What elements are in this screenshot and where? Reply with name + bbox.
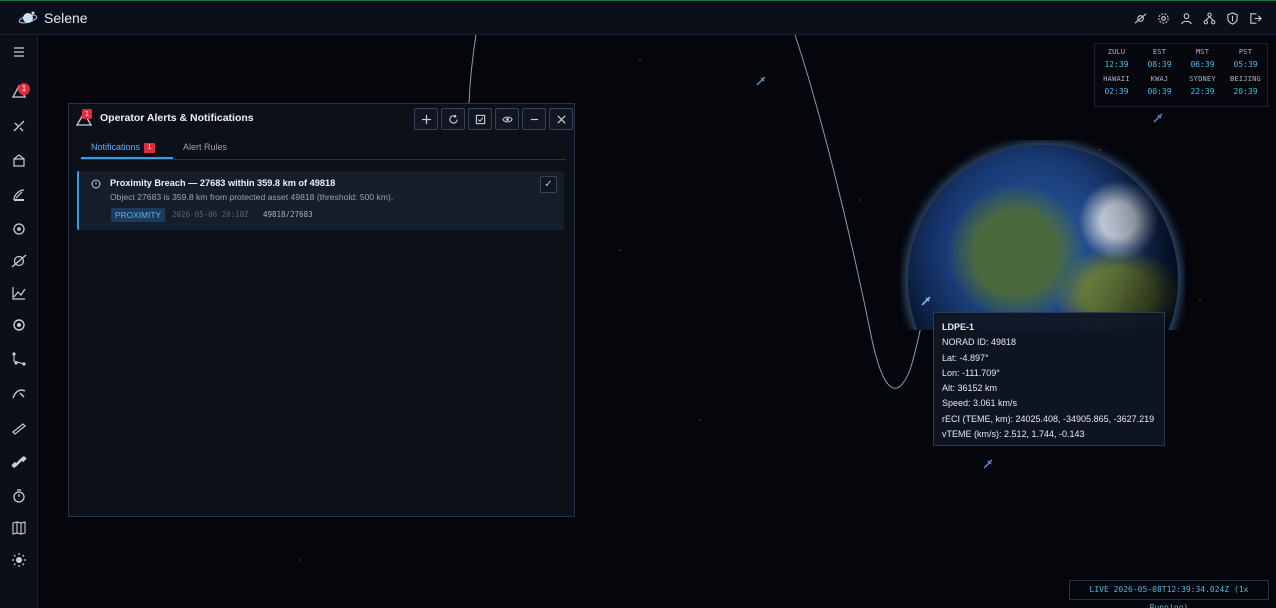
clock-time: 02:39 xyxy=(1104,87,1129,96)
target-icon[interactable] xyxy=(11,317,27,333)
clock-hawaii: HAWAII 02:39 xyxy=(1095,75,1138,102)
timer-icon[interactable] xyxy=(11,488,27,504)
clock-time: 22:39 xyxy=(1190,87,1215,96)
clock-est: EST 08:39 xyxy=(1138,48,1181,75)
menu-icon[interactable] xyxy=(11,44,27,60)
notifications-count-badge: 1 xyxy=(144,143,156,153)
telescope-icon[interactable] xyxy=(11,420,27,436)
alert-description: Object 27683 is 359.8 km from protected … xyxy=(110,192,394,202)
user-icon[interactable] xyxy=(1179,9,1193,27)
longitude: Lon: -111.709° xyxy=(942,367,1000,378)
plus-icon xyxy=(421,114,431,124)
clock-zulu: ZULU 12:39 xyxy=(1095,48,1138,75)
tracking-icon[interactable] xyxy=(11,221,27,237)
window-controls xyxy=(414,108,573,130)
satellite-link-icon[interactable] xyxy=(11,118,27,134)
world-clock-panel: ZULU 12:39 EST 08:39 MST 06:39 PST 05:39 HAW… xyxy=(1094,43,1268,107)
select-all-button[interactable] xyxy=(468,108,492,130)
clock-time: 00:39 xyxy=(1147,87,1172,96)
satellite-name: LDPE-1 xyxy=(942,322,975,332)
app-title: Selene xyxy=(44,9,88,26)
live-status-indicator[interactable]: LIVE 2026-05-08T12:39:34.024Z (1x Runnin… xyxy=(1069,580,1269,608)
sun-icon[interactable] xyxy=(11,552,27,568)
clock-sydney: SYDNEY 22:39 xyxy=(1181,75,1224,102)
earth-globe[interactable] xyxy=(908,145,1178,330)
tab-alert-rules[interactable]: Alert Rules xyxy=(183,135,227,159)
reci-vector: rECI (TEME, km): 24025.408, -34905.865, … xyxy=(942,413,1155,424)
chart-icon[interactable] xyxy=(11,285,27,301)
satellite-info-tooltip: LDPE-1 NORAD ID: 49818 Lat: -4.897° Lon:… xyxy=(933,312,1165,446)
alert-title: Proximity Breach — 27683 within 359.8 km… xyxy=(110,178,336,188)
alerts-count-badge: 1 xyxy=(18,83,30,95)
window-header[interactable]: 1 Operator Alerts & Notifications xyxy=(69,104,574,134)
clock-zone: EST xyxy=(1152,48,1167,56)
window-alert-badge: 1 xyxy=(82,109,92,119)
altitude: Alt: 36152 km xyxy=(942,383,998,394)
alert-item[interactable]: Proximity Breach — 27683 within 359.8 km… xyxy=(77,171,564,230)
clock-zone: HAWAII xyxy=(1103,75,1130,83)
minimize-button[interactable] xyxy=(522,108,546,130)
alerts-window: 1 Operator Alerts & Notifications Notifi… xyxy=(68,103,575,517)
clock-mst: MST 06:39 xyxy=(1181,48,1224,75)
orbit-icon[interactable] xyxy=(11,253,27,269)
topbar-actions xyxy=(1133,9,1262,27)
earth-globe-container[interactable] xyxy=(900,140,1185,330)
maneuver-icon[interactable] xyxy=(11,385,27,401)
refresh-icon xyxy=(448,114,458,124)
clock-time: 12:39 xyxy=(1104,60,1129,69)
radar-icon[interactable] xyxy=(11,187,27,203)
ground-station-icon[interactable] xyxy=(11,153,27,169)
satellite-icon[interactable] xyxy=(11,454,27,470)
left-sidebar: 1 xyxy=(0,35,38,608)
view-button[interactable] xyxy=(495,108,519,130)
info-circle-icon xyxy=(91,179,101,189)
norad-id: NORAD ID: 49818 xyxy=(942,337,1017,348)
clock-time: 20:39 xyxy=(1233,87,1258,96)
tab-label: Notifications xyxy=(91,142,141,152)
close-button[interactable] xyxy=(549,108,573,130)
clock-zone: BEIJING xyxy=(1230,75,1261,83)
network-icon[interactable] xyxy=(1202,9,1216,27)
clock-zone: MST xyxy=(1195,48,1210,56)
clock-beijing: BEIJING 20:39 xyxy=(1224,75,1267,102)
clock-zone: KWAJ xyxy=(1150,75,1169,83)
clock-time: 08:39 xyxy=(1147,60,1172,69)
map-icon[interactable] xyxy=(11,520,27,536)
satellite-marker-icon[interactable] xyxy=(983,459,993,469)
clock-time: 06:39 xyxy=(1190,60,1215,69)
window-title: Operator Alerts & Notifications xyxy=(100,112,254,124)
top-bar: Selene xyxy=(0,0,1276,35)
tab-notifications[interactable]: Notifications 1 xyxy=(81,135,173,159)
checkbox-icon xyxy=(475,114,485,124)
satellite-marker-icon[interactable] xyxy=(1153,113,1163,123)
speed: Speed: 3.061 km/s xyxy=(942,398,1018,409)
shield-icon[interactable] xyxy=(1225,9,1239,27)
settings-gear-icon[interactable] xyxy=(1156,9,1170,27)
clock-pst: PST 05:39 xyxy=(1224,48,1267,75)
eye-icon xyxy=(501,116,513,122)
clock-zone: ZULU xyxy=(1107,48,1126,56)
minimize-icon xyxy=(530,118,538,120)
alert-timestamp: 2026-05-06 20:10Z xyxy=(172,210,249,219)
satellite-marker-icon[interactable] xyxy=(756,76,766,86)
alert-type-tag: PROXIMITY xyxy=(111,208,166,222)
window-tabs: Notifications 1 Alert Rules xyxy=(81,135,566,160)
acknowledge-button[interactable]: ✓ xyxy=(540,176,557,193)
selected-satellite-marker-icon[interactable] xyxy=(921,296,931,306)
alert-objects: 49818/27683 xyxy=(263,210,313,219)
satellite-orbit-icon[interactable] xyxy=(1133,9,1147,27)
logout-icon[interactable] xyxy=(1248,9,1262,27)
clock-zone: PST xyxy=(1238,48,1253,56)
clock-time: 05:39 xyxy=(1233,60,1258,69)
clock-zone: SYDNEY xyxy=(1189,75,1216,83)
add-button[interactable] xyxy=(414,108,438,130)
selene-logo-icon xyxy=(18,11,38,23)
refresh-button[interactable] xyxy=(441,108,465,130)
vteme-vector: vTEME (km/s): 2.512, 1.744, -0.143 xyxy=(942,429,1085,440)
close-icon xyxy=(556,114,566,124)
clock-kwaj: KWAJ 00:39 xyxy=(1138,75,1181,102)
latitude: Lat: -4.897° xyxy=(942,352,989,363)
graph-nodes-icon[interactable] xyxy=(11,351,27,367)
